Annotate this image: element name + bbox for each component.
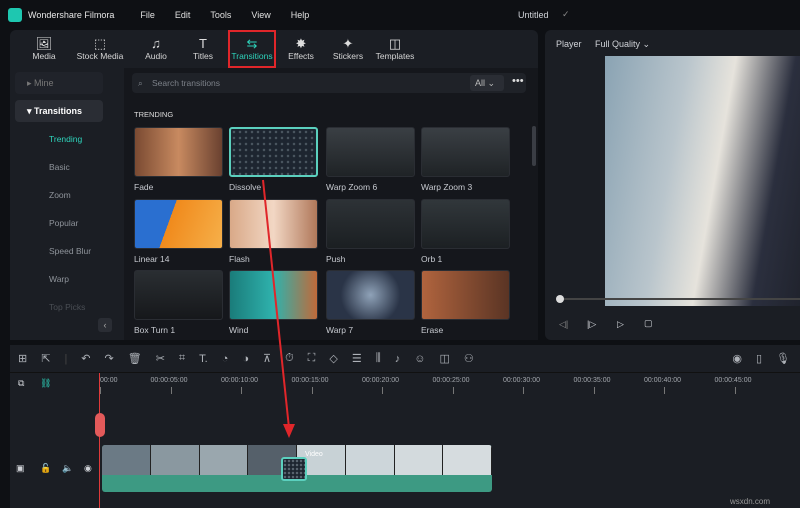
annotation-arrow (262, 179, 295, 438)
